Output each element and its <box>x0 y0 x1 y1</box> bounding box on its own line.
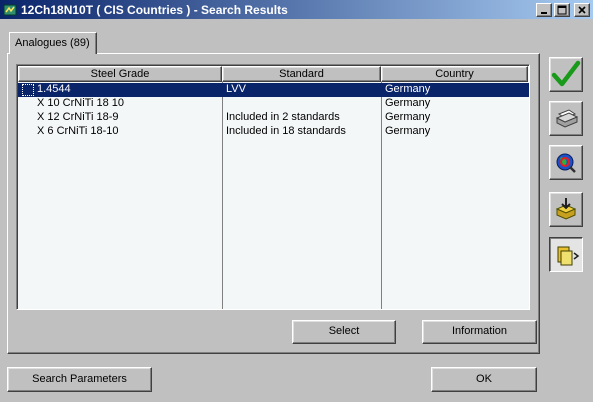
cell-steel-grade: X 12 CrNiTi 18-9 <box>37 111 119 123</box>
row-focus-box <box>22 84 34 96</box>
app-icon[interactable] <box>3 3 17 17</box>
clipboard-icon <box>557 246 580 266</box>
cell-standard: Included in 18 standards <box>226 125 346 137</box>
results-table[interactable]: Steel Grade Standard Country 1.4544 LVV … <box>16 64 530 310</box>
ok-button[interactable]: OK <box>431 367 537 392</box>
column-header-steel-grade[interactable]: Steel Grade <box>18 66 222 82</box>
search-parameters-button[interactable]: Search Parameters <box>7 367 152 392</box>
table-row[interactable]: X 12 CrNiTi 18-9 Included in 2 standards… <box>18 111 529 125</box>
information-button[interactable]: Information <box>422 320 537 344</box>
table-row[interactable]: X 10 CrNiTi 18 10 Germany <box>18 97 529 111</box>
cell-country: Germany <box>385 83 431 95</box>
column-header-standard[interactable]: Standard <box>222 66 381 82</box>
minimize-button[interactable] <box>536 2 552 17</box>
close-icon <box>578 5 586 14</box>
cell-country: Germany <box>385 97 431 109</box>
printer-icon <box>555 109 579 128</box>
table-row[interactable]: X 6 CrNiTi 18-10 Included in 18 standard… <box>18 125 529 139</box>
title-bar: 12Ch18N10T ( CIS Countries ) - Search Re… <box>0 0 593 19</box>
cell-country: Germany <box>385 125 431 137</box>
cell-standard: LVV <box>226 83 246 95</box>
window-title: 12Ch18N10T ( CIS Countries ) - Search Re… <box>21 2 288 17</box>
select-button[interactable]: Select <box>292 320 396 344</box>
table-row[interactable]: 1.4544 LVV Germany <box>18 83 529 97</box>
minimize-icon <box>541 11 547 14</box>
tab-analogues[interactable]: Analogues (89) <box>9 32 97 54</box>
web-search-button[interactable] <box>549 145 583 180</box>
globe-search-icon <box>556 153 576 173</box>
maximize-button[interactable] <box>554 2 570 17</box>
cell-country: Germany <box>385 111 431 123</box>
confirm-button[interactable] <box>549 57 583 92</box>
column-header-country[interactable]: Country <box>381 66 528 82</box>
print-button[interactable] <box>549 101 583 136</box>
export-icon <box>555 198 577 220</box>
cell-steel-grade: 1.4544 <box>37 83 71 95</box>
cell-standard: Included in 2 standards <box>226 111 340 123</box>
cell-steel-grade: X 10 CrNiTi 18 10 <box>37 97 125 109</box>
checkmark-icon <box>551 60 581 87</box>
export-button[interactable] <box>549 192 583 227</box>
clipboard-button[interactable] <box>549 237 583 272</box>
close-button[interactable] <box>574 2 590 17</box>
cell-steel-grade: X 6 CrNiTi 18-10 <box>37 125 119 137</box>
maximize-icon <box>557 5 567 14</box>
